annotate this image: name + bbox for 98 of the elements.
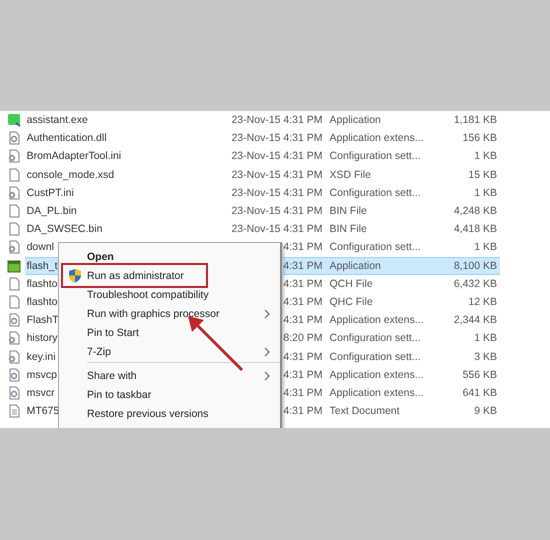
file-name[interactable]: FlashT [24, 311, 61, 330]
file-date: 4:31 PM [283, 256, 325, 275]
file-size: 156 KB [462, 131, 498, 146]
file-size: 9 KB [473, 404, 498, 420]
file-date: 4:31 PM [283, 368, 324, 383]
menu-item[interactable]: Open [59, 247, 280, 266]
gear-file-icon [6, 186, 21, 200]
file-size: 2,344 KB [452, 313, 498, 328]
gear-file-icon [6, 240, 21, 254]
file-type: Application extens... [328, 368, 424, 383]
menu-item[interactable]: Restore previous versions [59, 404, 280, 423]
file-size: 641 KB [462, 386, 498, 401]
file-type: Configuration sett... [328, 331, 422, 346]
file-type: Text Document [328, 404, 401, 420]
file-date: 23-Nov-15 4:31 PM [231, 204, 324, 220]
file-type: Application extens... [328, 386, 424, 401]
file-date: 4:31 PM [283, 240, 324, 256]
menu-item[interactable]: 7-Zip [59, 342, 280, 361]
file-date: 23-Nov-15 4:31 PM [231, 149, 324, 164]
file-name[interactable]: msvcp [24, 366, 59, 384]
file-type: XSD File [328, 168, 372, 183]
file-name[interactable]: msvcr [24, 384, 57, 402]
chevron-right-icon [264, 346, 270, 356]
file-date: 23-Nov-15 4:31 PM [231, 186, 324, 201]
qt-app-icon [6, 113, 21, 128]
file-type: QHC File [328, 294, 374, 310]
file-size: 3 KB [473, 350, 498, 365]
blank-file-icon [6, 294, 21, 309]
file-name[interactable]: MT675 [24, 402, 62, 420]
file-name[interactable]: BromAdapterTool.ini [24, 147, 124, 166]
gear-file-icon [6, 331, 21, 346]
file-size: 15 KB [467, 168, 498, 183]
gear-file-icon [6, 149, 21, 164]
file-type: Configuration sett... [328, 149, 422, 164]
file-name[interactable]: console_mode.xsd [24, 166, 116, 184]
file-date: 23-Nov-15 4:31 PM [231, 131, 324, 146]
file-date: 23-Nov-15 4:31 PM [231, 113, 324, 128]
file-date: 4:31 PM [283, 294, 324, 310]
file-size: 1 KB [473, 240, 498, 256]
chevron-right-icon [264, 370, 270, 380]
file-name[interactable]: history [24, 329, 60, 348]
file-name[interactable]: flash_t [24, 256, 60, 275]
gear-file-icon [6, 350, 21, 364]
file-name[interactable]: Authentication.dll [24, 129, 109, 148]
menu-item[interactable]: Pin to taskbar [59, 385, 280, 404]
file-size: 1 KB [473, 331, 498, 346]
file-size: 1 KB [473, 149, 498, 164]
file-name[interactable]: flashto [24, 274, 60, 293]
application-icon [6, 258, 21, 273]
blank-file-icon [6, 168, 21, 182]
file-size: 1,181 KB [452, 113, 498, 128]
gear-document-icon [6, 131, 21, 146]
blank-file-icon [6, 276, 21, 291]
file-name[interactable]: downl [24, 238, 56, 256]
file-date: 4:31 PM [283, 404, 324, 420]
gear-document-icon [6, 313, 21, 328]
menu-item[interactable]: Troubleshoot compatibility [59, 285, 280, 304]
file-name[interactable]: assistant.exe [24, 111, 90, 130]
gear-document-icon [6, 368, 21, 382]
file-type: Application extens... [328, 131, 424, 146]
file-name[interactable]: CustPT.ini [24, 184, 76, 202]
file-name[interactable]: flashto [24, 292, 60, 311]
blank-file-icon [6, 222, 21, 236]
file-size: 6,432 KB [452, 276, 498, 292]
file-type: Application [328, 113, 382, 128]
gear-document-icon [6, 386, 21, 400]
file-name[interactable]: DA_PL.bin [24, 202, 79, 220]
file-size: 8,100 KB [434, 256, 500, 275]
file-size: 12 KB [467, 294, 498, 310]
file-date: 23-Nov-15 4:31 PM [231, 222, 324, 238]
file-date: 4:31 PM [283, 386, 324, 401]
file-date: 23-Nov-15 4:31 PM [231, 168, 324, 183]
file-date: 8:20 PM [283, 331, 324, 346]
file-size: 1 KB [473, 186, 498, 201]
file-name[interactable]: key.ini [24, 348, 58, 366]
menu-item[interactable]: Pin to Start [59, 323, 280, 342]
file-size: 4,418 KB [452, 222, 498, 238]
menu-item[interactable]: Share with [59, 361, 280, 385]
text-file-icon [6, 404, 21, 418]
file-date: 4:31 PM [283, 350, 324, 365]
file-type: Configuration sett... [328, 186, 422, 201]
file-type: BIN File [328, 204, 368, 220]
file-date: 4:31 PM [283, 276, 324, 292]
blank-file-icon [6, 204, 21, 218]
file-type: Application extens... [328, 313, 424, 328]
file-date: 4:31 PM [283, 313, 324, 328]
file-type: Configuration sett... [328, 240, 422, 256]
file-type: Application [324, 256, 435, 275]
shield-icon [68, 268, 82, 283]
file-type: QCH File [328, 276, 374, 292]
menu-item[interactable]: Run as administrator [61, 263, 208, 288]
chevron-right-icon [264, 308, 270, 318]
menu-item[interactable]: Run with graphics processor [59, 304, 280, 323]
file-type: BIN File [328, 222, 368, 238]
file-size: 556 KB [462, 368, 498, 383]
file-size: 4,248 KB [452, 204, 498, 220]
file-name[interactable]: DA_SWSEC.bin [24, 220, 104, 238]
file-type: Configuration sett... [328, 350, 422, 365]
